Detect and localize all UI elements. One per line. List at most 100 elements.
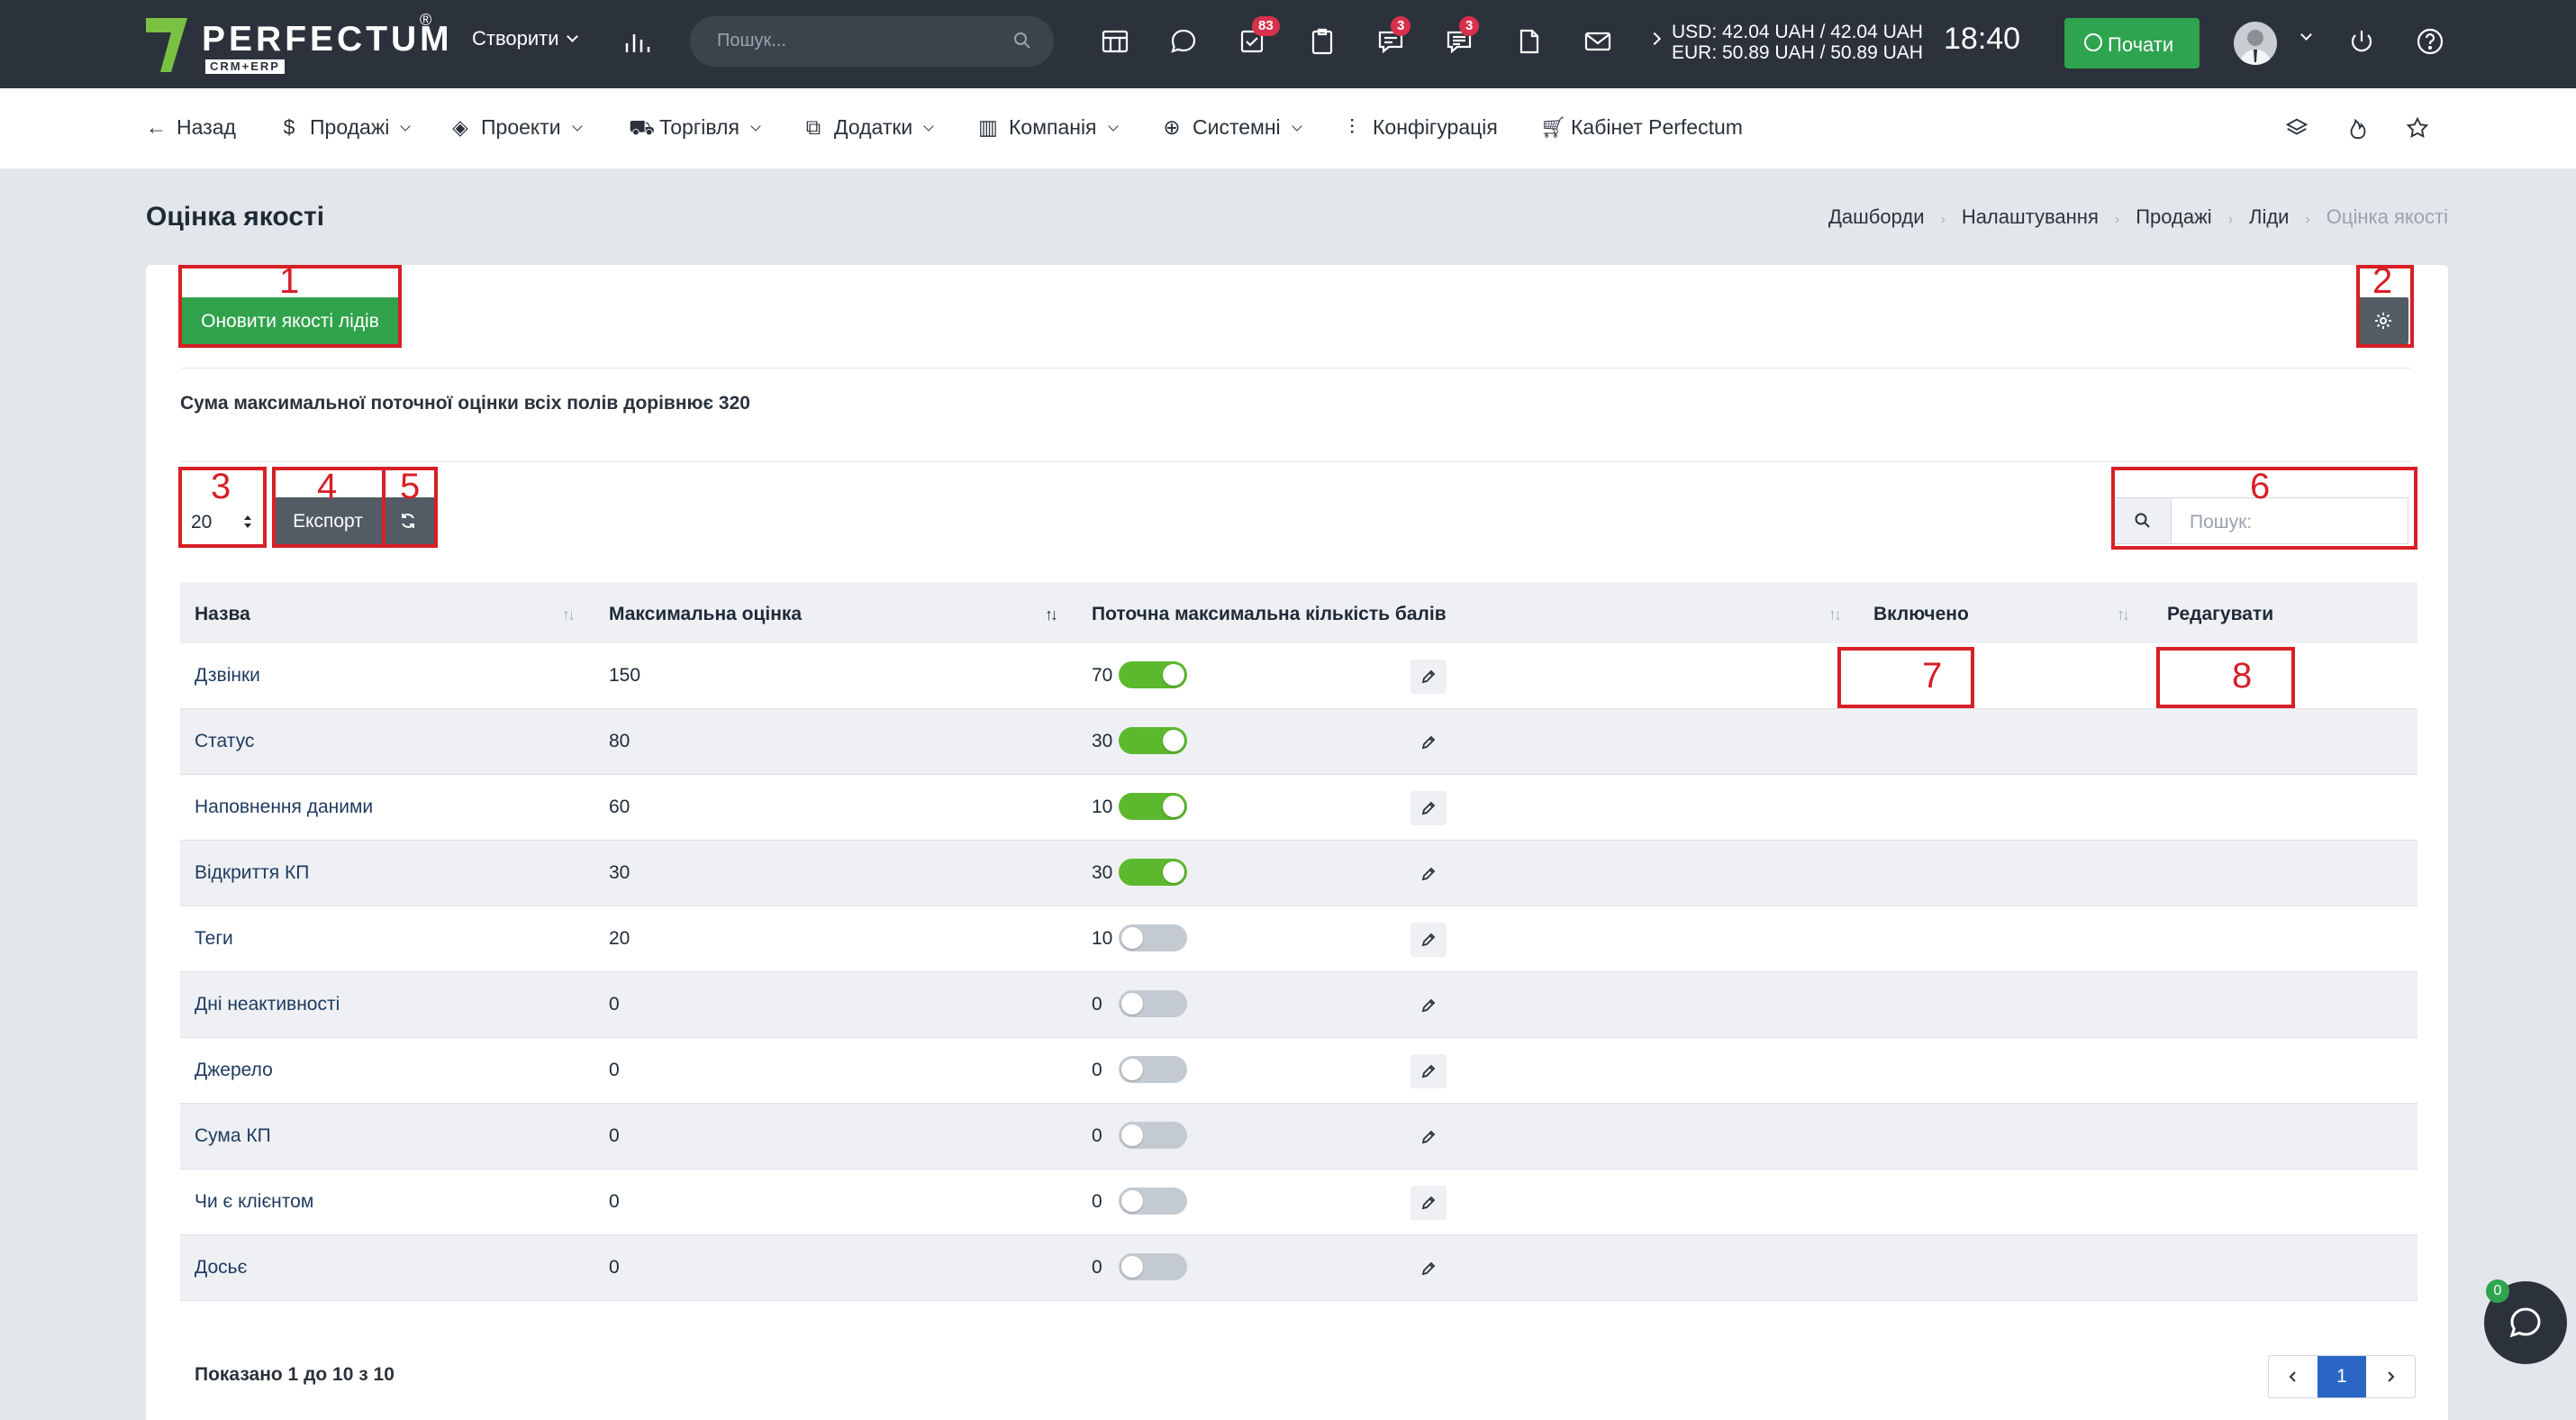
mail-icon[interactable] (1582, 25, 1618, 61)
edit-button[interactable] (1410, 1054, 1447, 1088)
menu-trade[interactable]: ⛟ Торгівля (629, 115, 761, 142)
edit-button[interactable] (1410, 923, 1447, 957)
breadcrumb-leads[interactable]: Ліди (2249, 205, 2289, 228)
sort-icon[interactable]: ↑↓ (562, 605, 576, 624)
menu-addons-label: Додатки (834, 115, 913, 139)
enabled-toggle[interactable] (1119, 661, 1187, 688)
enabled-toggle[interactable] (1119, 1188, 1187, 1215)
enabled-toggle[interactable] (1119, 990, 1187, 1017)
discussion-icon[interactable]: 3 (1374, 16, 1411, 61)
toggle-knob (1121, 1256, 1143, 1278)
row-name[interactable]: Дзвінки (195, 665, 260, 687)
enabled-toggle[interactable] (1119, 1253, 1187, 1280)
edit-button[interactable] (1410, 1120, 1447, 1154)
star-icon[interactable] (2405, 115, 2432, 142)
edit-button[interactable] (1410, 660, 1447, 694)
edit-button[interactable] (1410, 988, 1447, 1023)
edit-button[interactable] (1410, 791, 1447, 825)
sliders-icon: ⫶ (1349, 115, 1355, 139)
enabled-toggle[interactable] (1119, 924, 1187, 951)
row-name[interactable]: Джерело (195, 1060, 273, 1081)
enabled-toggle[interactable] (1119, 1056, 1187, 1083)
enabled-toggle[interactable] (1119, 859, 1187, 886)
column-header-edit: Редагувати (2167, 604, 2274, 624)
row-name[interactable]: Сума КП (195, 1125, 271, 1147)
menu-cabinet[interactable]: 🛒︎ Кабінет Perfectum (1540, 115, 1743, 140)
flame-icon[interactable] (2345, 115, 2372, 142)
row-max-score: 0 (609, 1191, 620, 1212)
chat-bubble-icon[interactable] (1167, 25, 1203, 61)
menu-company[interactable]: ▥ Компанія (978, 115, 1119, 140)
chat-widget-button[interactable]: 0 (2484, 1279, 2567, 1364)
clipboard-icon[interactable] (1306, 25, 1342, 61)
breadcrumb-sales[interactable]: Продажі (2136, 205, 2211, 228)
row-current-score: 10 (1092, 928, 1113, 949)
sort-desc-icon[interactable]: ↑↓ (1045, 605, 1058, 624)
column-header-name[interactable]: Назва (195, 604, 250, 625)
power-icon[interactable] (2345, 25, 2381, 61)
enabled-toggle[interactable] (1119, 793, 1187, 820)
row-current-score: 0 (1092, 1257, 1102, 1278)
breadcrumb-settings[interactable]: Налаштування (1962, 205, 2099, 228)
global-search-input[interactable]: Пошук... (690, 16, 1054, 67)
menu-config[interactable]: ⫶ Конфігурація (1342, 115, 1498, 140)
menu-system[interactable]: ⊕ Системні (1162, 115, 1302, 140)
edit-button[interactable] (1410, 725, 1447, 760)
chart-icon[interactable] (621, 25, 658, 61)
menu-sales[interactable]: $ Продажі (279, 115, 411, 140)
document-icon[interactable] (1513, 25, 1549, 61)
row-name[interactable]: Наповнення даними (195, 796, 373, 818)
edit-button[interactable] (1410, 1186, 1447, 1220)
row-max-score: 60 (609, 796, 630, 817)
annotation-box-7 (1837, 647, 1974, 708)
row-name[interactable]: Чи є клієнтом (195, 1191, 313, 1213)
tasks-count-badge: 83 (1252, 16, 1280, 36)
menu-addons[interactable]: ⧉ Додатки (803, 115, 934, 140)
currency-rates[interactable]: USD: 42.04 UAH / 42.04 UAH EUR: 50.89 UA… (1647, 22, 1923, 63)
column-header-current[interactable]: Поточна максимальна кількість балів (1092, 604, 1447, 625)
breadcrumb-dashboards[interactable]: Дашборди (1828, 205, 1924, 228)
row-name[interactable]: Відкриття КП (195, 862, 309, 884)
chevron-down-icon (400, 121, 411, 132)
create-dropdown[interactable]: Створити (472, 27, 578, 50)
calendar-table-icon[interactable] (1099, 25, 1135, 61)
row-name[interactable]: Дні неактивності (195, 994, 340, 1015)
user-menu-chevron-icon[interactable] (2300, 29, 2312, 41)
column-header-max[interactable]: Максимальна оцінка (609, 604, 802, 625)
clock-icon (2084, 33, 2102, 51)
pagination-next[interactable] (2366, 1356, 2415, 1397)
chevron-down-icon (923, 121, 934, 132)
brand-logo[interactable]: PERFECTUM ® CRM+ERP (144, 11, 449, 76)
annotation-number-6: 6 (2250, 467, 2271, 506)
column-header-enabled[interactable]: Включено (1873, 604, 1969, 625)
pencil-icon (1421, 801, 1436, 815)
edit-button[interactable] (1410, 857, 1447, 891)
sort-icon[interactable]: ↑↓ (2117, 605, 2130, 624)
table-row: Сума КП 0 0 (180, 1104, 2417, 1170)
row-name[interactable]: Теги (195, 928, 233, 950)
help-icon[interactable] (2414, 25, 2450, 61)
user-avatar[interactable] (2234, 22, 2277, 65)
table-row: Статус 80 30 (180, 709, 2417, 775)
enabled-toggle[interactable] (1119, 727, 1187, 754)
messages-icon[interactable]: 3 (1443, 16, 1480, 61)
divider (180, 368, 2412, 369)
toggle-knob (1163, 730, 1184, 751)
menu-back[interactable]: ← Назад (146, 115, 236, 140)
dollar-icon: $ (283, 115, 295, 139)
pagination-page[interactable]: 1 (2317, 1356, 2366, 1397)
tasks-icon[interactable]: 83 (1236, 16, 1280, 61)
edit-button[interactable] (1410, 1252, 1447, 1286)
menu-projects[interactable]: ◈ Проекти (450, 115, 583, 140)
table-row: Чи є клієнтом 0 0 (180, 1170, 2417, 1235)
layers-icon[interactable] (2284, 115, 2311, 142)
table-row: Дні неактивності 0 0 (180, 972, 2417, 1038)
annotation-number-8: 8 (2232, 656, 2253, 696)
row-name[interactable]: Досьє (195, 1257, 247, 1279)
start-timer-button[interactable]: Почати (2064, 18, 2200, 68)
pagination-prev[interactable] (2269, 1356, 2317, 1397)
menu-config-label: Конфігурація (1373, 115, 1498, 139)
row-name[interactable]: Статус (195, 731, 254, 752)
sort-icon[interactable]: ↑↓ (1828, 605, 1842, 624)
enabled-toggle[interactable] (1119, 1122, 1187, 1149)
